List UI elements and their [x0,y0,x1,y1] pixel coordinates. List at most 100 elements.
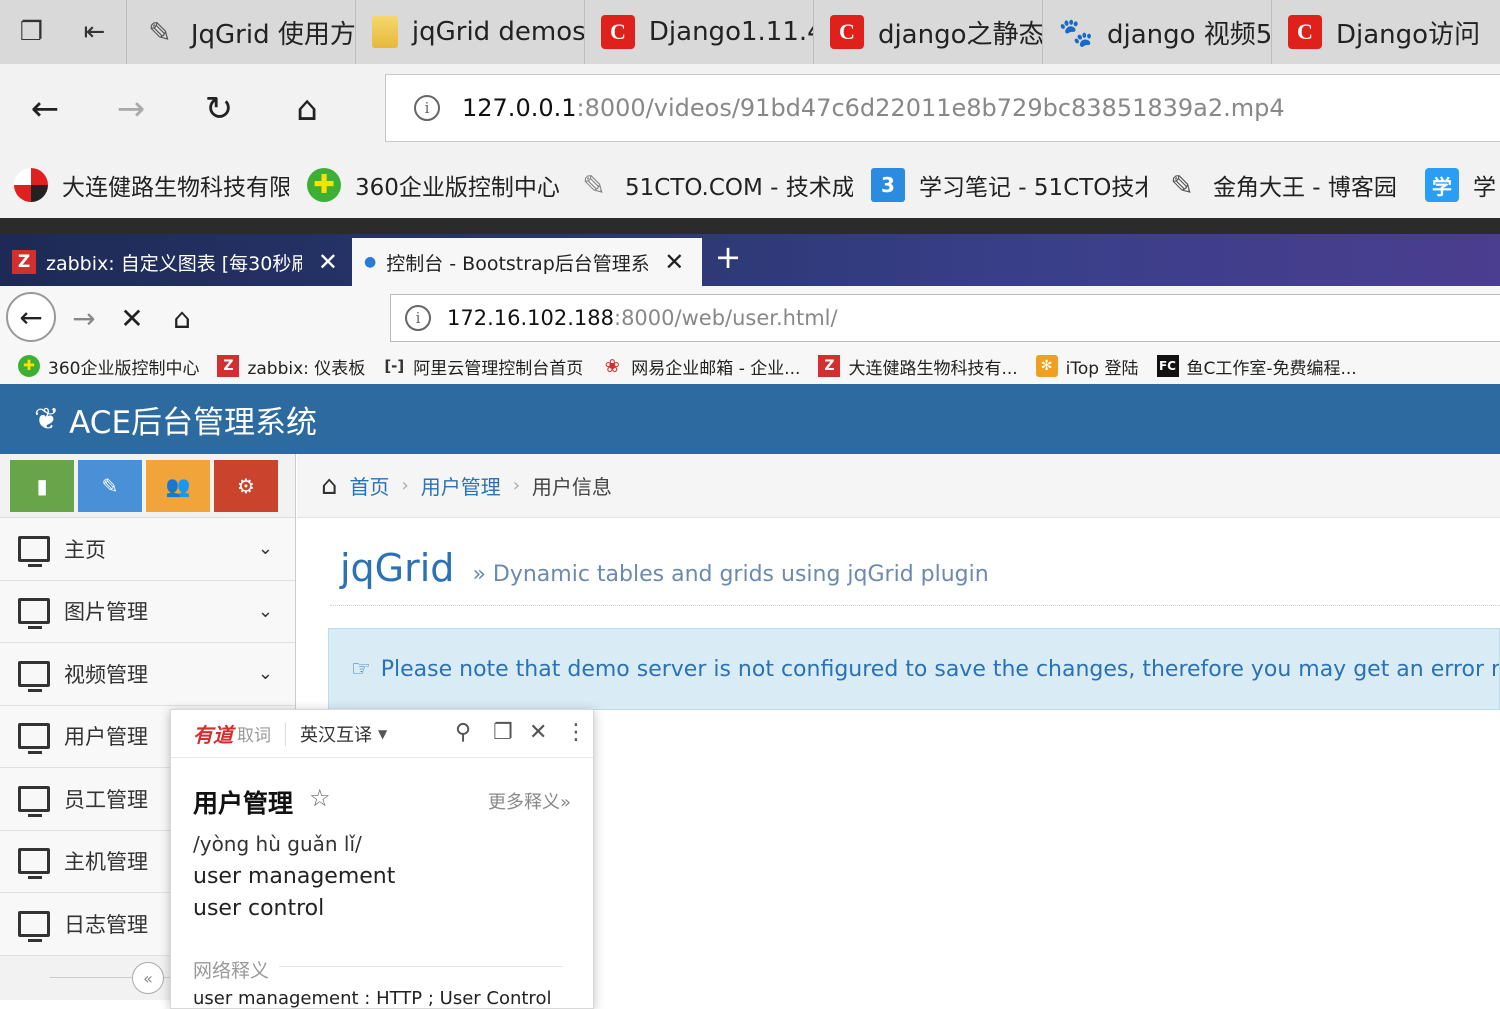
inner-bookmark[interactable]: [-] 阿里云管理控制台首页 [383,354,583,379]
outer-bookmark[interactable]: 学 学 [1425,168,1496,202]
double-chevron-left-icon[interactable]: « [132,962,164,994]
info-alert: ☞ Please note that demo server is not co… [328,628,1500,710]
desktop-icon [18,910,50,942]
signal-icon[interactable]: ▮ [10,460,74,512]
caret-down-icon[interactable]: ▼ [378,727,387,741]
outer-tab[interactable]: C Django访问 [1271,0,1500,64]
youdao-logo: 有道 [193,723,233,747]
window-separator [0,218,1500,234]
forward-arrow-icon[interactable]: → [62,296,106,340]
outer-tab[interactable]: ✎ JqGrid 使用方 [125,0,355,64]
chevron-down-icon: ⌄ [257,538,273,560]
desktop-icon [18,535,50,567]
outer-tab-label: Django1.11.4 [648,17,813,47]
inner-address-bar[interactable]: i 172.16.102.188:8000/web/user.html/ [390,294,1500,342]
meaning: user management [193,864,396,889]
new-tab-icon[interactable]: + [712,238,744,276]
sidebar-item-label: 图片管理 [64,600,148,625]
cogs-icon[interactable]: ⚙ [214,460,278,512]
zabbix-icon: Z [217,355,240,377]
outer-tab[interactable]: C Django1.11.4 [583,0,813,64]
51cto-3-icon: 3 [871,168,905,202]
outer-tab[interactable]: C django之静态 [812,0,1042,64]
desktop-icon [18,785,50,817]
address-host: 127.0.0.1 [462,94,577,122]
inner-bookmark[interactable]: ✻ iTop 登陆 [1035,354,1139,379]
youdao-dictionary-popup: 有道 取词 英汉互译 ▼ ⚲ ❐ ✕ ⋮ 用户管理 ☆ 更多释义» /yòng … [170,709,594,1009]
baidu-paw-icon: 🐾 [1058,15,1094,49]
pin-icon[interactable]: ⚲ [455,720,471,745]
more-meanings-link[interactable]: 更多释义» [488,788,571,814]
outer-bookmark[interactable]: 大连健路生物科技有限 [14,168,289,202]
netease-icon: ❀ [604,355,620,377]
window-icon[interactable]: ❐ [493,720,513,745]
inner-bookmark[interactable]: Z zabbix: 仪表板 [217,354,365,379]
c-logo-icon: C [1288,15,1322,49]
fishc-icon: FC [1156,355,1179,377]
info-icon[interactable]: i [414,95,440,121]
sidebar-item-videos[interactable]: 视频管理 ⌄ [0,643,295,706]
360-logo-icon: ✚ [18,355,40,377]
sidebar-item-label: 主页 [64,537,106,562]
sidebar-item-home[interactable]: 主页 ⌄ [0,518,295,581]
outer-tab[interactable]: 🐾 django 视频5 [1041,0,1271,64]
app-header: ❦ ACE后台管理系统 [0,384,1500,454]
brand-title[interactable]: ACE后台管理系统 [69,397,317,442]
sidebar-item-label: 主机管理 [64,850,148,875]
inner-bookmark[interactable]: ✚ 360企业版控制中心 [18,354,199,379]
bookmark-label: 51CTO.COM - 技术成 [625,175,853,201]
inner-tab[interactable]: ● 控制台 - Bootstrap后台管理系 ✕ [352,238,702,286]
address-host: 172.16.102.188 [447,306,614,330]
translate-mode-select[interactable]: 英汉互译 [300,721,372,747]
inner-bookmark[interactable]: Z 大连健路生物科技有... [818,354,1018,379]
inner-bookmarks-bar: ✚ 360企业版控制中心 Z zabbix: 仪表板 [-] 阿里云管理控制台首… [0,348,1500,384]
refresh-icon[interactable]: ↻ [194,84,244,134]
desktop-icon [18,660,50,692]
word-capture-label[interactable]: 取词 [237,721,271,746]
inner-tab-bar: Z zabbix: 自定义图表 [每30秒刷 ✕ ● 控制台 - Bootstr… [0,234,1500,286]
back-arrow-icon[interactable]: ← [20,84,70,134]
outer-bookmark[interactable]: ✎ 51CTO.COM - 技术成 [577,168,853,202]
breadcrumb-home[interactable]: 首页 [350,471,390,500]
sidebar-item-images[interactable]: 图片管理 ⌄ [0,580,295,643]
back-arrow-icon[interactable]: ← [6,292,56,342]
360-logo-icon: ✚ [307,168,341,202]
users-icon[interactable]: 👥 [146,460,210,512]
close-icon[interactable]: ✕ [318,248,338,276]
inner-tab[interactable]: Z zabbix: 自定义图表 [每30秒刷 ✕ [0,238,350,286]
outer-tab-label: jqGrid demos [411,17,584,47]
divider [279,966,563,967]
set-aside-tabs-icon[interactable]: ⇤ [63,0,126,64]
home-icon[interactable]: ⌂ [160,296,204,340]
star-icon[interactable]: ☆ [309,784,331,812]
close-icon[interactable]: ✕ [529,720,547,745]
home-icon[interactable]: ⌂ [282,84,332,134]
outer-bookmark[interactable]: ✚ 360企业版控制中心 [307,168,559,202]
desktop-icon [18,848,50,880]
outer-tab-label: JqGrid 使用方 [190,19,355,50]
stop-icon[interactable]: ✕ [110,296,154,340]
inner-tab-label: zabbix: 自定义图表 [每30秒刷 [46,252,302,275]
outer-bookmark[interactable]: ✎ 金角大王 - 博客园 [1165,168,1407,202]
forward-arrow-icon[interactable]: → [106,84,156,134]
more-vertical-icon[interactable]: ⋮ [565,720,587,745]
zabbix-icon: Z [818,355,841,377]
meaning: user control [193,896,325,921]
breadcrumb-user-management[interactable]: 用户管理 [421,471,501,500]
outer-tab-label: django 视频5 [1106,19,1271,50]
inner-bookmark[interactable]: FC 鱼C工作室-免费编程... [1156,354,1357,379]
breadcrumb: ⌂ 首页 › 用户管理 › 用户信息 [297,454,1500,518]
info-icon[interactable]: i [405,305,431,331]
chevron-down-icon: ⌄ [257,663,273,685]
pencil-icon[interactable]: ✎ [78,460,142,512]
tab-preview-icon[interactable]: ❐ [0,0,63,64]
outer-bookmark[interactable]: 3 学习笔记 - 51CTO技术 [871,168,1147,202]
bookmark-label: 大连健路生物科技有... [848,358,1018,379]
outer-address-bar[interactable]: i 127.0.0.1:8000/videos/91bd47c6d22011e8… [385,74,1500,142]
inner-bookmark[interactable]: ❀ 网易企业邮箱 - 企业... [601,354,801,379]
popup-toolbar: 有道 取词 英汉互译 ▼ ⚲ ❐ ✕ ⋮ [171,710,593,758]
bookmark-label: 360企业版控制中心 [355,175,559,201]
close-icon[interactable]: ✕ [664,248,684,276]
outer-tab[interactable]: jqGrid demos [354,0,584,64]
zabbix-icon: Z [12,250,36,274]
